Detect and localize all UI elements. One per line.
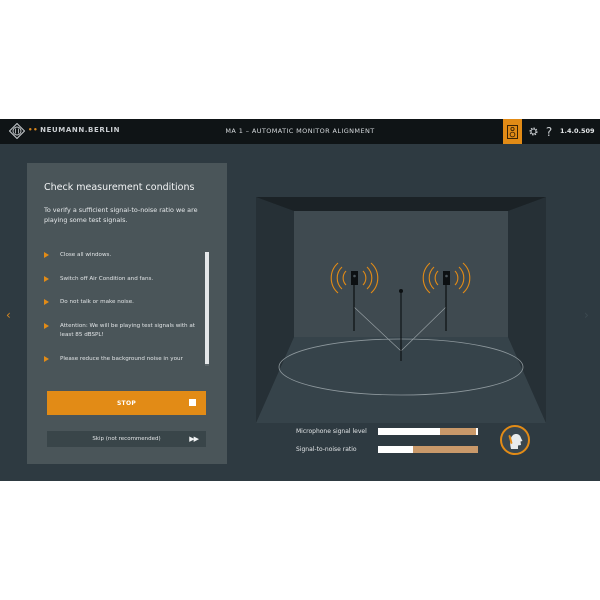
snr-peak xyxy=(378,446,413,453)
bullet-arrow-icon xyxy=(44,299,49,305)
skip-button[interactable]: Skip (not recommended) ▶▶ xyxy=(47,431,206,447)
chevron-right-icon[interactable]: › xyxy=(584,308,589,322)
checklist-item-text: Close all windows. xyxy=(60,252,112,258)
stop-button-label: STOP xyxy=(116,399,137,407)
help-button[interactable]: ? xyxy=(543,119,555,144)
panel-title: Check measurement conditions xyxy=(44,182,195,193)
bullet-arrow-icon xyxy=(44,322,49,329)
checklist-item-text: Do not talk or make noise. xyxy=(60,299,134,305)
checklist-scrollbar-thumb[interactable] xyxy=(205,252,209,364)
settings-button[interactable] xyxy=(526,119,540,144)
mic-level-label: Microphone signal level xyxy=(296,428,367,435)
instructions-panel: Check measurement conditions To verify a… xyxy=(27,163,227,464)
mic-level-fill xyxy=(440,428,476,435)
app-window: •• NEUMANN.BERLIN MA 1 – AUTOMATIC MONITO… xyxy=(0,119,600,481)
measurement-mode-button[interactable] xyxy=(503,119,522,144)
version-label: 1.4.0.509 xyxy=(560,127,595,135)
title-bar: •• NEUMANN.BERLIN MA 1 – AUTOMATIC MONITO… xyxy=(0,119,600,144)
checklist-item-text: Switch off Air Condition and fans. xyxy=(60,275,154,282)
mic-level-meter xyxy=(378,428,478,435)
checklist-item: Do not talk or make noise. xyxy=(44,298,204,308)
help-icon: ? xyxy=(545,124,553,139)
stop-button[interactable]: STOP xyxy=(47,391,206,415)
microphone-icon xyxy=(399,289,403,293)
gear-icon xyxy=(528,127,538,136)
bullet-arrow-icon xyxy=(44,275,49,282)
snr-meter xyxy=(378,446,478,453)
checklist-item-text: Please reduce the background noise in yo… xyxy=(60,355,183,362)
checklist-item-text: Attention: We will be playing test signa… xyxy=(60,322,195,339)
checklist-item: Please reduce the background noise in yo… xyxy=(44,355,204,365)
stop-icon xyxy=(189,399,196,406)
checklist-item: Close all windows. xyxy=(44,251,204,261)
checklist-item: Switch off Air Condition and fans. xyxy=(44,275,204,285)
bullet-arrow-icon xyxy=(44,355,49,362)
listener-head-icon xyxy=(500,425,530,455)
snr-fill xyxy=(413,446,478,453)
fast-forward-icon: ▶▶ xyxy=(189,435,199,443)
room-ceiling xyxy=(256,197,546,211)
checklist: Close all windows. Switch off Air Condit… xyxy=(44,251,204,369)
mic-level-peak xyxy=(378,428,440,435)
listening-room-illustration xyxy=(256,197,546,423)
snr-label: Signal-to-noise ratio xyxy=(296,446,357,453)
measurement-icon xyxy=(507,124,518,139)
skip-button-label: Skip (not recommended) xyxy=(92,436,161,442)
chevron-left-icon[interactable]: ‹ xyxy=(6,308,11,322)
checklist-item: Attention: We will be playing test signa… xyxy=(44,322,204,341)
panel-intro: To verify a sufficient signal-to-noise r… xyxy=(44,206,198,224)
bullet-arrow-icon xyxy=(44,252,49,258)
